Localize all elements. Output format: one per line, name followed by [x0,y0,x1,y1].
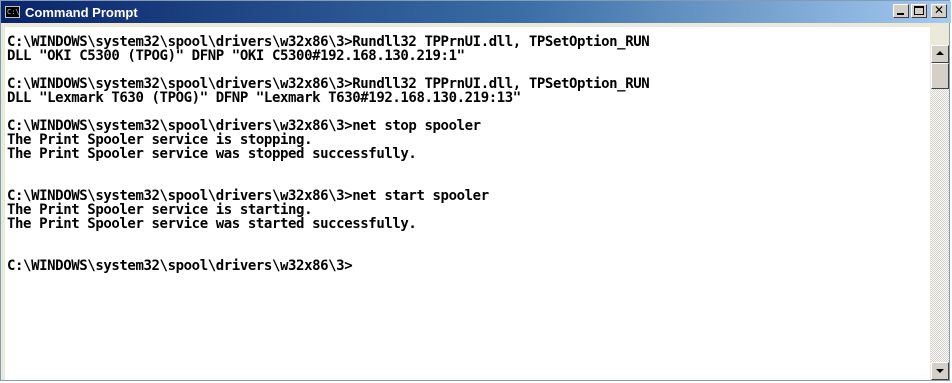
console-output[interactable]: C:\WINDOWS\system32\spool\drivers\w32x86… [5,27,930,380]
console-line: The Print Spooler service is starting. [7,202,313,218]
console-line: C:\WINDOWS\system32\spool\drivers\w32x86… [7,34,650,50]
console-line: DLL "Lexmark T630 (TPOG)" DFNP "Lexmark … [7,90,521,106]
console-line: C:\WINDOWS\system32\spool\drivers\w32x86… [7,188,489,204]
console-line: The Print Spooler service was stopped su… [7,146,417,162]
close-button[interactable]: ✕ [931,3,947,18]
close-icon: ✕ [933,3,945,17]
console-line: C:\WINDOWS\system32\spool\drivers\w32x86… [7,76,650,92]
minimize-icon [897,13,904,15]
title-bar[interactable]: C:\ Command Prompt ✕ [1,1,951,23]
window-controls: ✕ [893,3,947,18]
maximize-icon [914,6,924,15]
console-line: C:\WINDOWS\system32\spool\drivers\w32x86… [7,118,481,134]
command-prompt-window: C:\ Command Prompt ✕ C:\WINDOWS\system32… [0,0,951,381]
maximize-button[interactable] [911,4,927,18]
console-line: The Print Spooler service was started su… [7,216,417,232]
console-line: DLL "OKI C5300 (TPOG)" DFNP "OKI C5300#1… [7,48,465,64]
window-title: Command Prompt [25,4,138,20]
arrow-down-icon [936,369,944,373]
console-prompt-line: C:\WINDOWS\system32\spool\drivers\w32x86… [7,258,353,274]
vertical-scrollbar[interactable] [931,45,949,380]
minimize-button[interactable] [893,4,909,18]
scroll-thumb[interactable] [931,63,949,89]
arrow-up-icon [936,51,944,55]
scroll-down-button[interactable] [931,362,949,380]
scroll-up-button[interactable] [931,45,949,63]
cmd-icon[interactable]: C:\ [5,6,20,18]
console-line: The Print Spooler service is stopping. [7,132,313,148]
